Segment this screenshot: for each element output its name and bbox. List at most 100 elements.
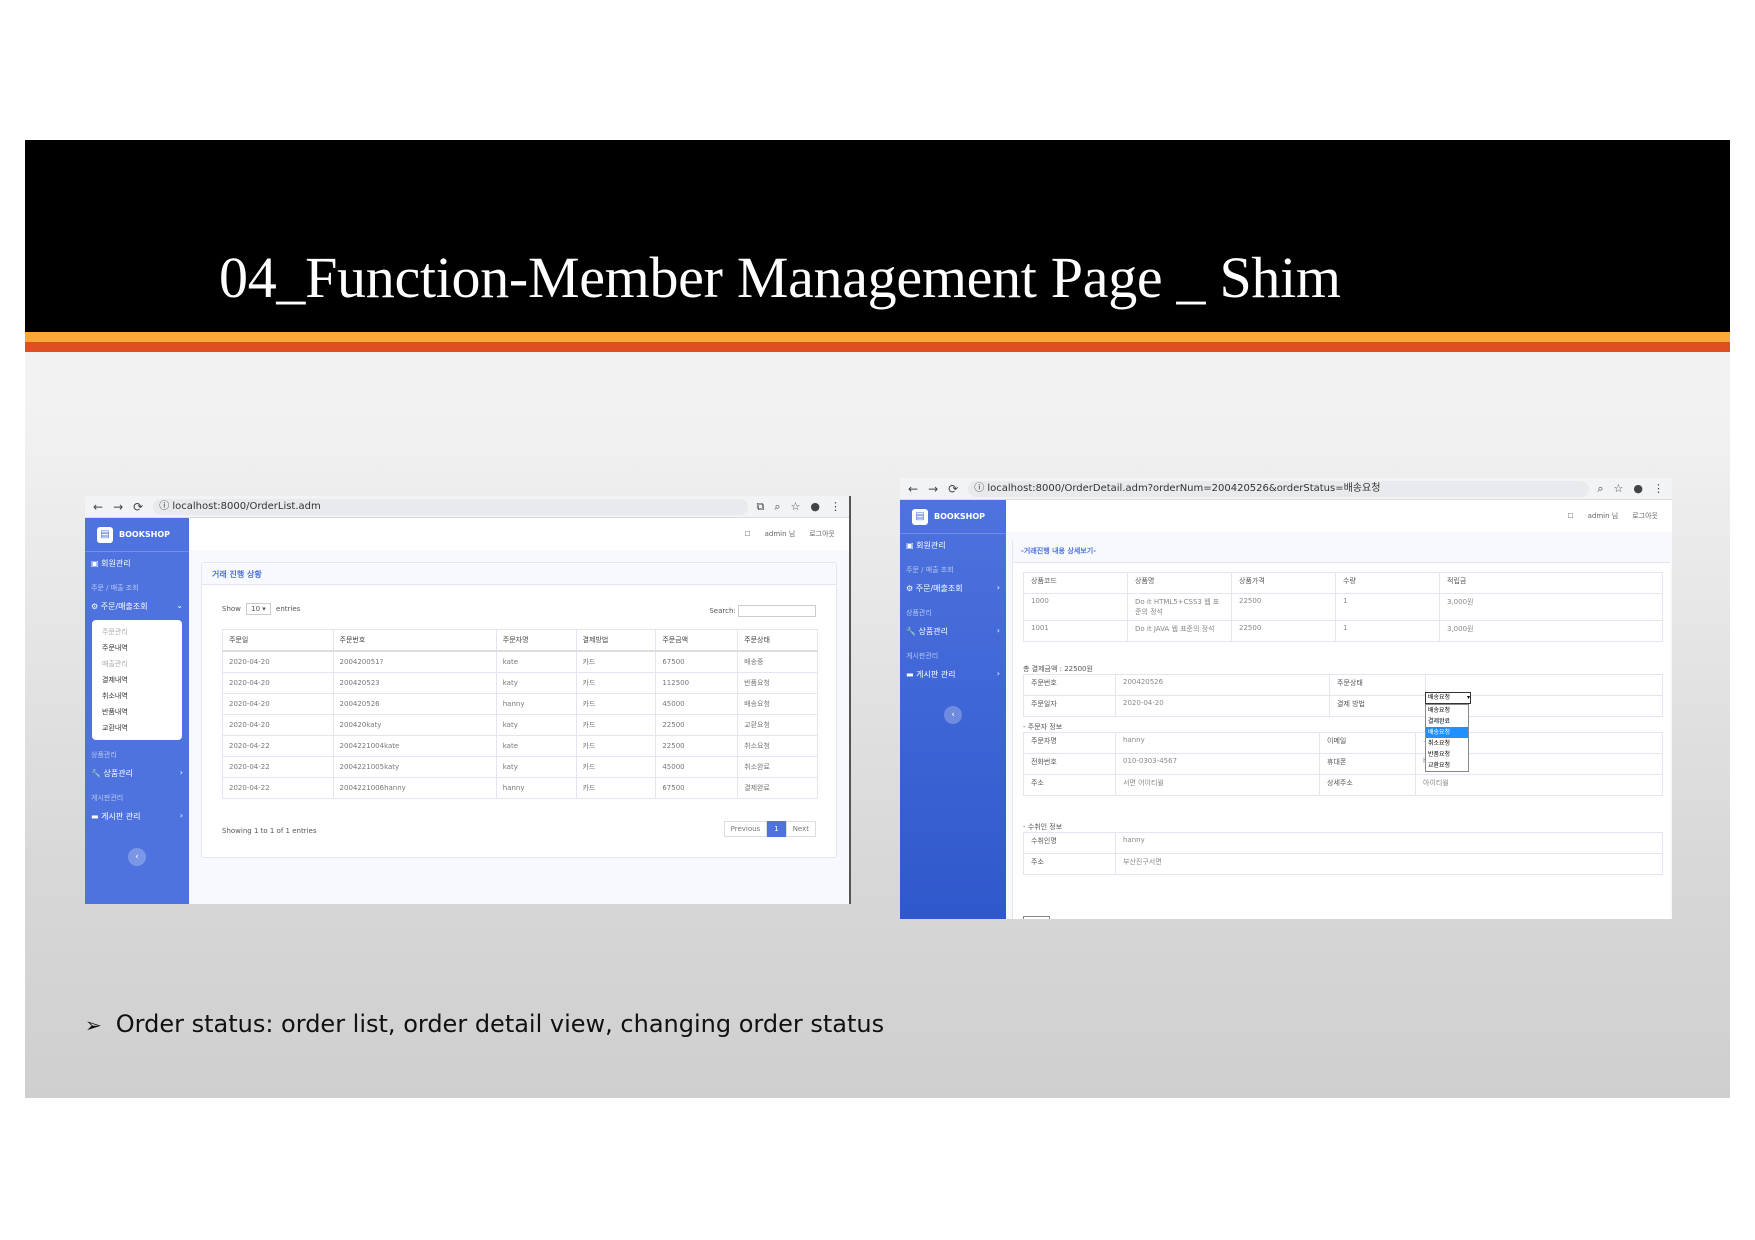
- item-cell: Do it JAVA 웹 표준의 정석: [1127, 620, 1232, 642]
- item-cell: 1: [1335, 620, 1440, 642]
- table-cell: 2004221004kate: [332, 735, 497, 757]
- status-option[interactable]: 배송요청: [1426, 727, 1468, 738]
- mobile-label: 휴대폰: [1319, 753, 1416, 775]
- recv-name-value: hanny: [1115, 832, 1663, 854]
- submenu-item[interactable]: 취소내역: [100, 688, 174, 704]
- table-row[interactable]: 2020-04-22 2004221005katy katy 카드 45000 취소완료: [222, 756, 818, 778]
- submenu-item[interactable]: 결제내역: [100, 672, 174, 688]
- column-header[interactable]: 주문금액: [655, 629, 739, 652]
- submenu-item[interactable]: 교환내역: [100, 720, 174, 736]
- table-row[interactable]: 2020-04-22 2004221006hanny hanny 카드 67500 결제완…: [222, 777, 818, 799]
- chevron-down-icon: ⌄: [176, 601, 183, 610]
- browser-toolbar: ← → ⟳ ⓘ localhost:8000/OrderDetail.adm?o…: [900, 478, 1672, 500]
- submenu-item[interactable]: 반품내역: [100, 704, 174, 720]
- sidebar-item-label: 게시판 관리: [916, 670, 956, 679]
- reload-icon[interactable]: ⟳: [948, 482, 958, 496]
- table-row[interactable]: 2020-04-22 2004221004kate kate 카드 22500 취소요청: [222, 735, 818, 757]
- star-icon[interactable]: ☆: [791, 500, 801, 514]
- edit-button[interactable]: 수정: [1023, 916, 1050, 919]
- menu-icon[interactable]: ⋮: [1653, 482, 1664, 496]
- brand[interactable]: ▤ BOOKSHOP: [85, 518, 189, 552]
- table-cell: 취소요청: [737, 735, 818, 757]
- column-header[interactable]: 주문상태: [737, 629, 818, 652]
- item-cell: 3,000원: [1439, 620, 1663, 642]
- table-row[interactable]: 2020-04-20 200420051? kate 카드 67500 배송중: [222, 650, 818, 673]
- table-cell: 반품요청: [737, 672, 818, 694]
- search-input[interactable]: [738, 605, 816, 617]
- order-date-label: 주문일자: [1023, 695, 1116, 717]
- topbar: ☐ admin 님 로그아웃: [1006, 500, 1672, 532]
- recv-addr-label: 주소: [1023, 853, 1116, 875]
- bullet-point: ➢ Order status: order list, order detail …: [85, 1010, 884, 1038]
- status-option[interactable]: 배송요청: [1426, 705, 1468, 716]
- table-cell: 67500: [655, 777, 739, 799]
- zoom-icon[interactable]: ⌕: [774, 500, 780, 514]
- table-row[interactable]: 2020-04-20 200420katy katy 카드 22500 교환요청: [222, 714, 818, 736]
- table-cell: katy: [495, 672, 577, 694]
- chevron-down-icon: ▾: [1466, 694, 1470, 701]
- entries-value: 10: [251, 605, 261, 613]
- table-cell: 카드: [575, 693, 657, 715]
- zoom-icon[interactable]: ⌕: [1597, 482, 1603, 496]
- sidebar-item-board[interactable]: ▬ 게시판 관리 ›: [85, 805, 189, 828]
- pagination: Previous 1 Next: [723, 821, 816, 837]
- entries-select[interactable]: 10 ▾: [246, 603, 271, 615]
- column-header[interactable]: 주문일: [222, 629, 334, 652]
- table-row[interactable]: 2020-04-20 200420523 katy 카드 112500 반품요청: [222, 672, 818, 694]
- translate-icon[interactable]: ⧉: [756, 500, 764, 514]
- sidebar-item-order[interactable]: ⚙ 주문/매출조회 ›: [900, 577, 1006, 600]
- table-cell: 2020-04-22: [222, 735, 334, 757]
- forward-icon[interactable]: →: [113, 500, 123, 514]
- sidebar-item-order[interactable]: ⚙ 주문/매출조회 ⌄: [85, 595, 189, 618]
- alert-icon[interactable]: ☐: [744, 530, 750, 538]
- sidebar-item-product[interactable]: 🔧 상품관리 ›: [85, 762, 189, 785]
- email-label: 이메일: [1319, 732, 1416, 754]
- search-label: Search:: [709, 607, 736, 615]
- search-control: Search:: [709, 605, 816, 617]
- item-column-header: 상품명: [1127, 572, 1232, 594]
- brand[interactable]: ▤ BOOKSHOP: [900, 500, 1006, 534]
- address-bar[interactable]: ⓘ localhost:8000/OrderDetail.adm?orderNu…: [968, 480, 1590, 497]
- menu-icon[interactable]: ⋮: [830, 500, 841, 514]
- table-cell: katy: [495, 714, 577, 736]
- alert-icon[interactable]: ☐: [1567, 512, 1573, 520]
- brand-name: BOOKSHOP: [119, 530, 171, 539]
- status-option[interactable]: 교환요청: [1426, 760, 1468, 771]
- sidebar-toggle-button[interactable]: ‹: [944, 706, 962, 724]
- address-bar[interactable]: ⓘ localhost:8000/OrderList.adm: [153, 498, 749, 515]
- order-info-table: 주문번호 200420526 주문상태 주문일자 2020-04-20 결제 방…: [1023, 674, 1663, 717]
- page-button[interactable]: 1: [767, 821, 786, 837]
- column-header[interactable]: 결제방법: [575, 629, 657, 652]
- table-cell: kate: [495, 735, 577, 757]
- sidebar-item-product[interactable]: 🔧 상품관리 ›: [900, 620, 1006, 643]
- submenu-item[interactable]: 주문내역: [100, 640, 174, 656]
- back-icon[interactable]: ←: [93, 500, 103, 514]
- sidebar-item-member[interactable]: ▣ 회원관리: [900, 534, 1006, 557]
- next-button[interactable]: Next: [785, 821, 816, 837]
- table-row[interactable]: 2020-04-20 200420526 hanny 카드 45000 배송요청: [222, 693, 818, 715]
- column-header[interactable]: 주문번호: [332, 629, 497, 652]
- sidebar-item-member[interactable]: ▣ 회원관리: [85, 552, 189, 575]
- sidebar-item-board[interactable]: ▬ 게시판 관리 ›: [900, 663, 1006, 686]
- profile-icon[interactable]: ●: [1633, 482, 1643, 496]
- star-icon[interactable]: ☆: [1614, 482, 1624, 496]
- sidebar-toggle-button[interactable]: ‹: [128, 848, 146, 866]
- status-select[interactable]: 배송요청 ▾: [1425, 692, 1471, 704]
- profile-icon[interactable]: ●: [810, 500, 820, 514]
- table-cell: 2004221006hanny: [332, 777, 497, 799]
- forward-icon[interactable]: →: [928, 482, 938, 496]
- logout-link[interactable]: 로그아웃: [809, 529, 835, 539]
- status-option[interactable]: 결제완료: [1426, 716, 1468, 727]
- prev-button[interactable]: Previous: [723, 821, 768, 837]
- user-name[interactable]: admin 님: [765, 529, 796, 539]
- status-option[interactable]: 취소요청: [1426, 738, 1468, 749]
- status-option[interactable]: 반품요청: [1426, 749, 1468, 760]
- phone-value: 010-0303-4567: [1115, 753, 1320, 775]
- user-name[interactable]: admin 님: [1588, 511, 1619, 521]
- name-value: hanny: [1115, 732, 1320, 754]
- reload-icon[interactable]: ⟳: [133, 500, 143, 514]
- back-icon[interactable]: ←: [908, 482, 918, 496]
- column-header[interactable]: 주문자명: [495, 629, 577, 652]
- order-no-value: 200420526: [1115, 674, 1330, 696]
- logout-link[interactable]: 로그아웃: [1632, 511, 1658, 521]
